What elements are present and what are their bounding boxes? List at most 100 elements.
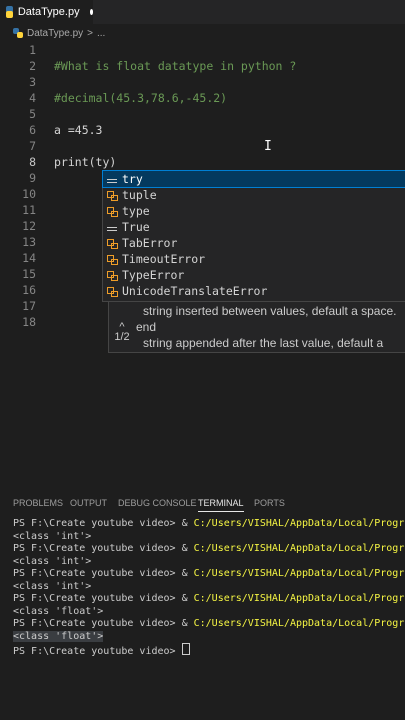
suggestion-label: tuple xyxy=(122,188,157,202)
line-number: 12 xyxy=(22,219,36,233)
line-number: 3 xyxy=(29,75,36,89)
terminal-output-line: <class 'int'> xyxy=(13,530,92,542)
terminal-prompt: PS F:\Create youtube video> xyxy=(13,568,182,579)
suggestion-item-try[interactable]: try xyxy=(102,170,405,188)
unsaved-dot-icon[interactable] xyxy=(89,9,93,15)
signature-help-popup: ^ 1/2 string inserted between values, def… xyxy=(108,301,405,353)
code-comment[interactable]: #What is float datatype in python ? xyxy=(54,58,296,74)
tab-ports[interactable]: PORTS xyxy=(254,498,285,508)
class-icon xyxy=(106,237,118,249)
terminal-output-line: <class 'float'> xyxy=(13,630,405,644)
suggestion-item-taberror[interactable]: TabError xyxy=(103,235,405,251)
line-number: 6 xyxy=(29,123,36,137)
suggestion-item-type[interactable]: type xyxy=(103,203,405,219)
code-line[interactable]: 4 #decimal(45.3,78.6,-45.2) xyxy=(0,90,405,106)
terminal-prompt: PS F:\Create youtube video> xyxy=(13,593,182,604)
terminal-prompt: PS F:\Create youtube video> xyxy=(13,518,182,529)
terminal-python-path: C:/Users/VISHAL/AppData/Local/Programs/P… xyxy=(193,568,405,579)
signature-doc-line: string appended after the last value, de… xyxy=(143,336,384,350)
tab-terminal[interactable]: TERMINAL xyxy=(198,498,244,512)
signature-counter[interactable]: ^ 1/2 xyxy=(111,322,133,343)
code-line[interactable]: 7 xyxy=(0,138,405,154)
breadcrumb: DataType.py > ... xyxy=(0,24,405,42)
tab-debug-console[interactable]: DEBUG CONSOLE xyxy=(118,498,197,508)
suggestion-label: TabError xyxy=(122,236,178,250)
suggestion-item-unicodetranslateerror[interactable]: UnicodeTranslateError xyxy=(103,283,405,299)
terminal-input-line[interactable]: PS F:\Create youtube video> xyxy=(13,643,405,656)
suggestion-label: UnicodeTranslateError xyxy=(122,284,268,298)
code-line[interactable]: 6 a =45.3 xyxy=(0,122,405,138)
tab-problems[interactable]: PROBLEMS xyxy=(13,498,63,508)
code-text[interactable]: a =45.3 xyxy=(54,122,102,138)
terminal-output-line: <class 'float'> xyxy=(13,605,104,617)
line-number: 10 xyxy=(22,187,36,201)
line-number: 13 xyxy=(22,235,36,249)
line-number: 15 xyxy=(22,267,36,281)
terminal-operator: & xyxy=(181,593,194,604)
terminal-operator: & xyxy=(181,618,194,629)
terminal-python-path: C:/Users/VISHAL/AppData/Local/Programs/P… xyxy=(193,543,405,554)
suggestion-label: TimeoutError xyxy=(122,252,206,266)
tab-output[interactable]: OUTPUT xyxy=(70,498,107,508)
code-text[interactable]: print(ty) xyxy=(54,154,116,170)
breadcrumb-file[interactable]: DataType.py xyxy=(27,28,83,39)
class-icon xyxy=(106,285,118,297)
suggestion-item-tuple[interactable]: tuple xyxy=(103,187,405,203)
line-number: 17 xyxy=(22,299,36,313)
tab-datatype-py[interactable]: DataType.py xyxy=(0,0,93,24)
terminal-output-line: <class 'int'> xyxy=(13,580,92,592)
terminal-python-path: C:/Users/VISHAL/AppData/Local/Programs/P… xyxy=(193,593,405,604)
suggestion-item-typeerror[interactable]: TypeError xyxy=(103,267,405,283)
line-number: 11 xyxy=(22,203,36,217)
line-number: 14 xyxy=(22,251,36,265)
code-line[interactable]: 5 xyxy=(0,106,405,122)
keyword-icon xyxy=(106,173,118,185)
terminal-operator: & xyxy=(181,543,194,554)
terminal-command-line: PS F:\Create youtube video> & C:/Users/V… xyxy=(13,518,405,531)
line-number: 8 xyxy=(29,155,36,169)
overload-counter: 1/2 xyxy=(114,331,130,343)
suggestion-label: TypeError xyxy=(122,268,185,282)
line-number: 9 xyxy=(29,171,36,185)
suggestion-item-timeouterror[interactable]: TimeoutError xyxy=(103,251,405,267)
terminal-command-line: PS F:\Create youtube video> & C:/Users/V… xyxy=(13,568,405,581)
code-comment[interactable]: #decimal(45.3,78.6,-45.2) xyxy=(54,90,227,106)
keyword-icon xyxy=(106,221,118,233)
terminal-python-path: C:/Users/VISHAL/AppData/Local/Programs/P… xyxy=(193,618,405,629)
suggestion-item-true[interactable]: True xyxy=(103,219,405,235)
class-icon xyxy=(106,253,118,265)
suggestion-label: try xyxy=(122,172,143,186)
tab-filename: DataType.py xyxy=(17,6,80,18)
terminal-prompt: PS F:\Create youtube video> xyxy=(13,543,182,554)
suggestion-label: type xyxy=(122,204,150,218)
class-icon xyxy=(106,205,118,217)
terminal-operator: & xyxy=(181,518,194,529)
line-number: 4 xyxy=(29,91,36,105)
code-line-active[interactable]: 8 print(ty) xyxy=(0,154,405,170)
signature-param-name: end xyxy=(136,320,157,334)
breadcrumb-rest[interactable]: ... xyxy=(97,28,105,39)
autocomplete-suggestions[interactable]: try tuple type True TabError TimeoutErro… xyxy=(102,170,405,302)
terminal[interactable]: PS F:\Create youtube video> & C:/Users/V… xyxy=(0,518,405,720)
mouse-ibeam-icon: I xyxy=(264,139,272,154)
terminal-output-selected: <class 'float'> xyxy=(13,630,104,642)
suggestion-label: True xyxy=(122,220,150,234)
code-line[interactable]: 2 #What is float datatype in python ? xyxy=(0,58,405,74)
line-number: 18 xyxy=(22,315,36,329)
terminal-output-line: <class 'int'> xyxy=(13,555,92,567)
line-number: 2 xyxy=(29,59,36,73)
terminal-command-line: PS F:\Create youtube video> & C:/Users/V… xyxy=(13,593,405,606)
breadcrumb-separator: > xyxy=(87,27,93,39)
panel-tab-bar: PROBLEMS OUTPUT DEBUG CONSOLE TERMINAL P… xyxy=(0,494,405,514)
signature-doc-line: string inserted between values, default … xyxy=(143,304,397,318)
code-line[interactable]: 1 xyxy=(0,42,405,58)
terminal-operator: & xyxy=(181,568,194,579)
terminal-prompt: PS F:\Create youtube video> xyxy=(13,618,182,629)
python-file-icon xyxy=(13,28,23,38)
class-icon xyxy=(106,269,118,281)
line-number: 5 xyxy=(29,107,36,121)
python-file-icon xyxy=(5,6,13,18)
code-line[interactable]: 3 xyxy=(0,74,405,90)
terminal-python-path: C:/Users/VISHAL/AppData/Local/Programs/P… xyxy=(193,518,405,529)
line-number: 16 xyxy=(22,283,36,297)
